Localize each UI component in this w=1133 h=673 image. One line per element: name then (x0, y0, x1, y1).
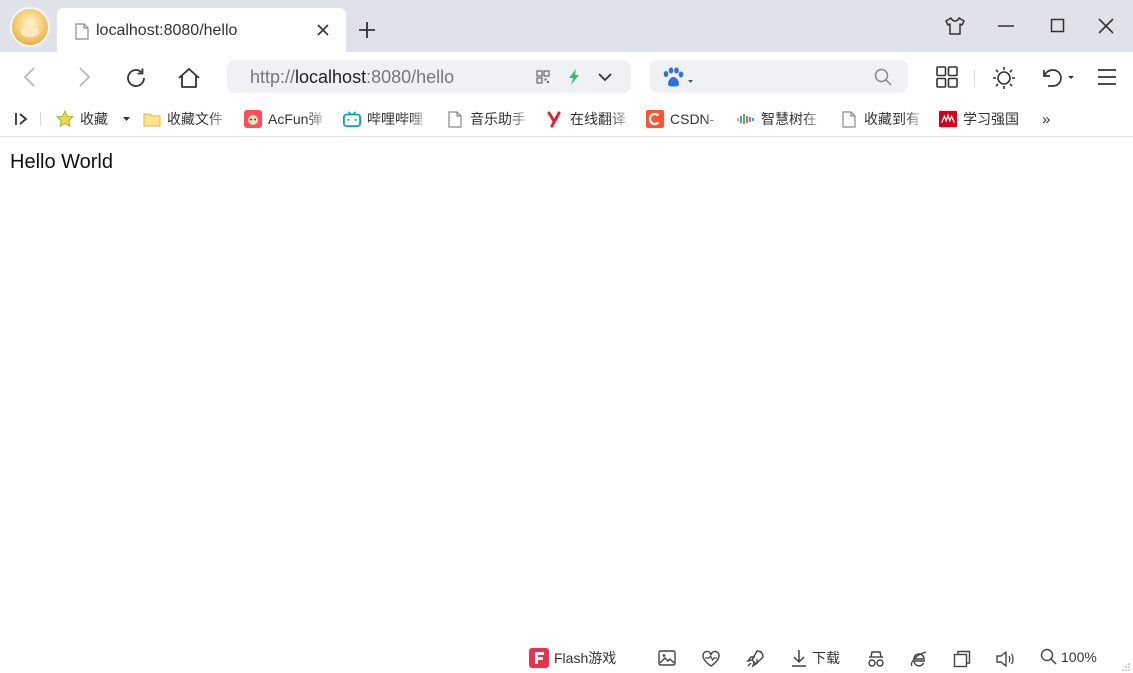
user-avatar[interactable] (10, 7, 50, 47)
menu-hamburger-icon[interactable] (1097, 66, 1117, 88)
bookmark-music[interactable]: 音乐助手 (446, 109, 532, 129)
acfun-icon (244, 110, 262, 128)
bookmarks-overflow-button[interactable]: » (1042, 109, 1050, 129)
folder-icon (143, 110, 161, 128)
back-icon[interactable] (22, 66, 40, 88)
bookmark-acfun[interactable]: AcFun弹 (244, 109, 328, 129)
volume-icon[interactable] (995, 650, 1015, 668)
favorites-dropdown-icon[interactable] (122, 116, 131, 122)
bookmark-save-to[interactable]: 收藏到有 (840, 109, 926, 129)
download-label: 下载 (812, 650, 840, 666)
minimize-icon[interactable] (997, 16, 1015, 36)
bookmark-label: CSDN- (670, 111, 715, 127)
bookmark-xuexi[interactable]: 学习强国 (939, 109, 1019, 129)
flash-games-button[interactable]: Flash游戏 (529, 648, 616, 668)
chevron-down-icon[interactable] (597, 71, 613, 83)
page-icon (75, 23, 89, 40)
page-content: Hello World (0, 138, 1133, 638)
bookmark-label: 收藏到有 (864, 111, 920, 127)
download-icon (792, 650, 806, 667)
zoom-control[interactable]: 100% (1040, 648, 1097, 665)
page-icon (840, 110, 858, 128)
zoom-level: 100% (1061, 648, 1097, 665)
xuexi-icon (939, 110, 957, 128)
health-heart-icon[interactable] (701, 650, 721, 668)
bookmark-label: 收藏文件 (167, 111, 223, 127)
bookmark-translate[interactable]: 在线翻译 (546, 109, 632, 129)
search-input[interactable] (698, 64, 858, 88)
star-icon (56, 110, 74, 128)
toolbar-divider (974, 69, 975, 87)
csdn-icon (646, 110, 664, 128)
address-url: http://localhost:8080/hello (250, 67, 454, 88)
apps-grid-icon[interactable] (936, 66, 958, 88)
brightness-sun-icon[interactable] (991, 66, 1017, 90)
address-bar[interactable]: http://localhost:8080/hello (227, 60, 631, 93)
resize-grip-icon[interactable] (1121, 662, 1131, 672)
tab-active[interactable]: localhost:8080/hello (57, 8, 346, 52)
bookmark-label: AcFun弹 (268, 111, 323, 127)
qr-code-icon[interactable] (536, 70, 550, 84)
bookmark-label: 哔哩哔哩 (367, 111, 423, 127)
address-host: localhost (295, 67, 367, 87)
search-icon[interactable] (874, 68, 892, 86)
bookmark-label: 智慧树在 (761, 111, 817, 127)
bilibili-icon (343, 110, 361, 128)
tab-title: localhost:8080/hello (96, 22, 238, 39)
baidu-engine-icon[interactable] (660, 66, 694, 88)
ie-compat-icon[interactable] (909, 649, 929, 669)
close-tab-icon[interactable] (316, 23, 330, 37)
flash-games-label: Flash游戏 (554, 650, 617, 666)
speed-mode-bolt-icon[interactable] (567, 68, 581, 86)
close-window-icon[interactable] (1097, 16, 1115, 36)
new-tab-icon[interactable] (357, 20, 377, 40)
flash-games-icon (529, 648, 549, 668)
search-box[interactable] (650, 60, 908, 93)
bookmark-label: 音乐助手 (470, 111, 526, 127)
image-icon[interactable] (658, 650, 676, 666)
bookmark-label: 收藏 (80, 111, 108, 127)
bookmarks-divider (40, 112, 41, 126)
bookmark-label: 在线翻译 (570, 111, 626, 127)
rocket-icon[interactable] (745, 649, 765, 669)
maximize-icon[interactable] (1050, 16, 1066, 36)
home-icon[interactable] (176, 66, 202, 90)
bookmark-folder[interactable]: 收藏文件 (143, 109, 231, 129)
skin-shirt-icon[interactable] (944, 16, 966, 36)
address-path: :8080/hello (366, 67, 455, 87)
youdao-icon (546, 110, 564, 128)
toolbar: http://localhost:8080/hello (0, 52, 1133, 101)
download-button[interactable]: 下载 (791, 648, 840, 668)
bookmarks-bar: 收藏 收藏文件 AcFun弹 哔哩哔哩 音乐助手 在线翻译 CSDN- 智慧树在… (0, 101, 1133, 137)
bookmark-favorites[interactable]: 收藏 (56, 109, 108, 129)
bookmark-csdn[interactable]: CSDN- (646, 109, 724, 129)
window-restore-icon[interactable] (953, 650, 971, 668)
bookmark-bilibili[interactable]: 哔哩哔哩 (343, 109, 431, 129)
title-bar: localhost:8080/hello (0, 0, 1133, 52)
sidebar-toggle-icon[interactable] (14, 111, 30, 127)
zoom-magnifier-icon (1040, 648, 1057, 665)
forward-icon[interactable] (75, 66, 93, 88)
hello-world-text: Hello World (10, 151, 113, 173)
incognito-glasses-icon[interactable] (866, 650, 886, 668)
address-scheme: http:// (250, 67, 296, 87)
bookmark-label: 学习强国 (963, 111, 1019, 127)
reload-icon[interactable] (124, 66, 148, 90)
page-icon (446, 110, 464, 128)
status-bar: Flash游戏 下载 100% (0, 640, 1133, 673)
bookmark-zhihuishu[interactable]: 智慧树在 (737, 109, 825, 129)
zhihuishu-icon (737, 110, 755, 128)
undo-closed-tab-icon[interactable] (1039, 66, 1077, 90)
